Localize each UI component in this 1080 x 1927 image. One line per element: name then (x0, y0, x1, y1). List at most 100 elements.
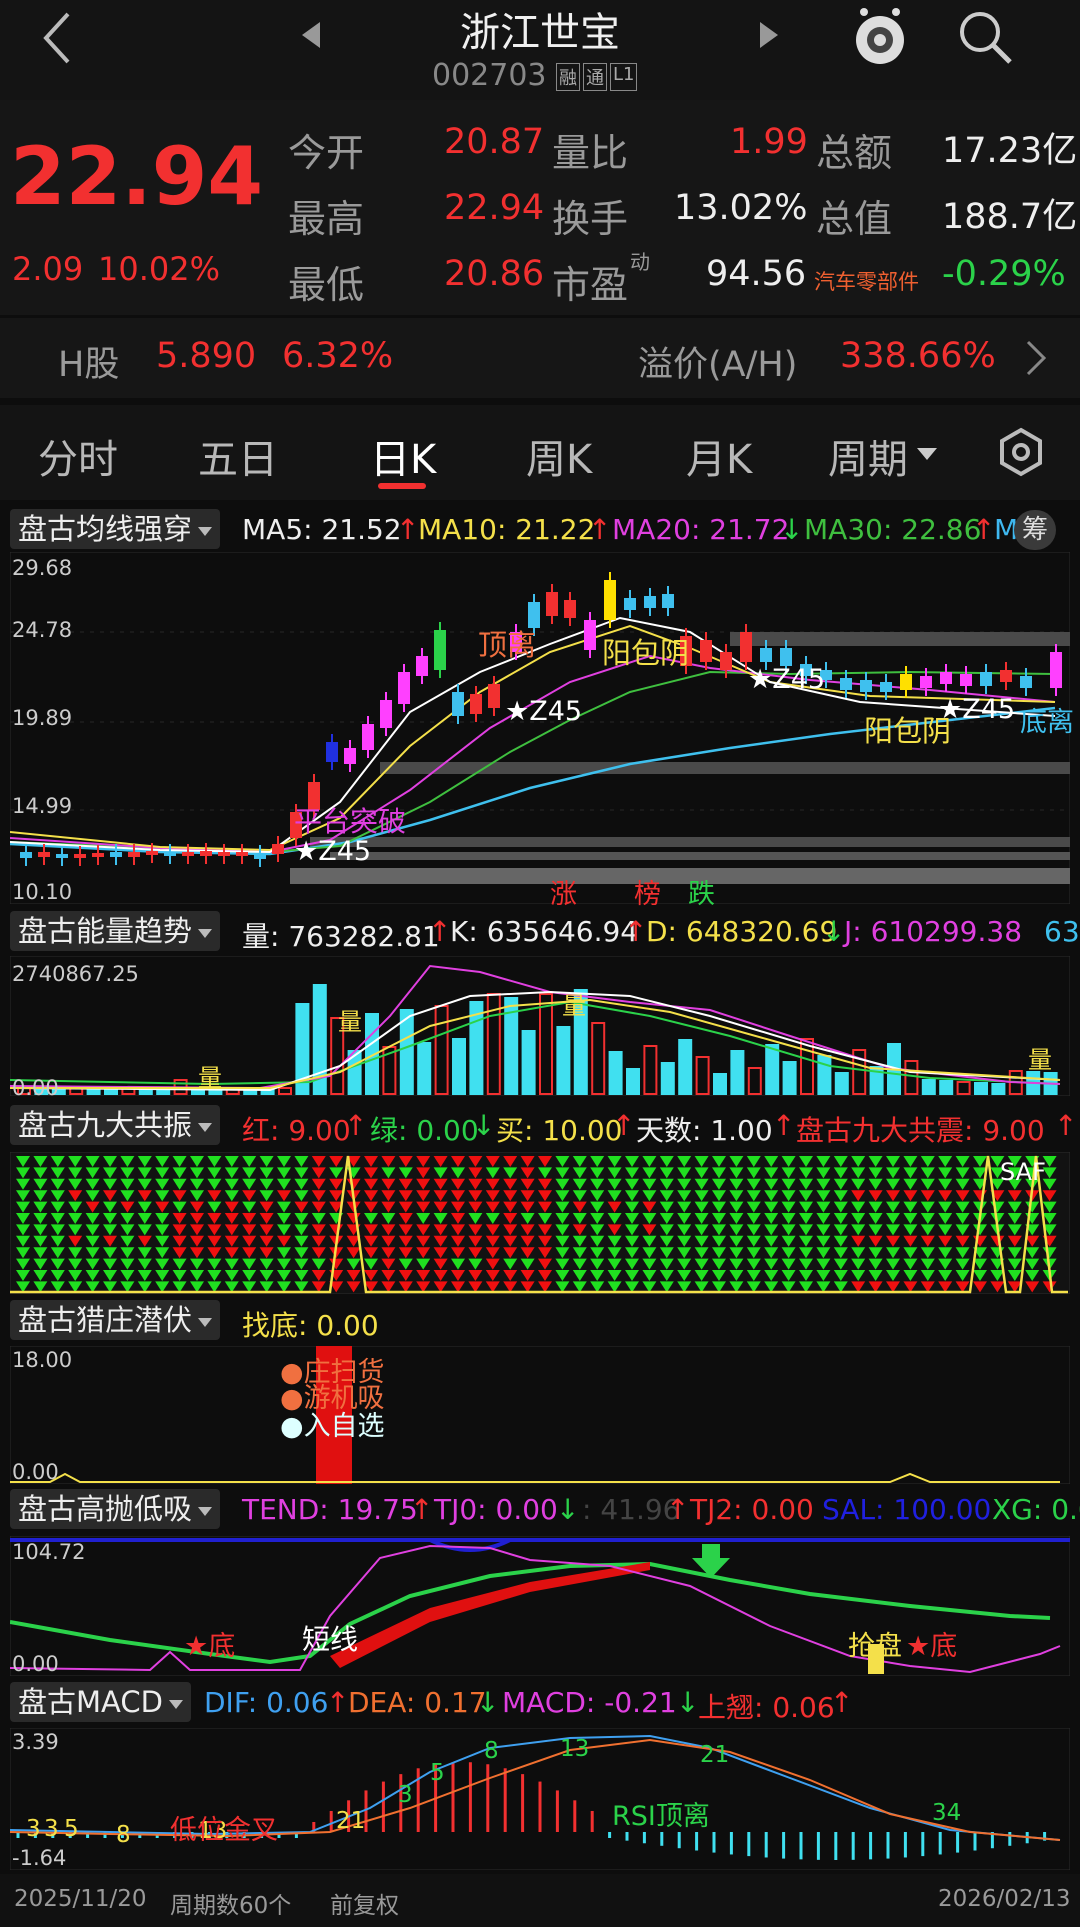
wave-num: 21 (336, 1808, 366, 1834)
days-value: 天数: 1.00 (636, 1114, 773, 1147)
start-date: 2025/11/20 (14, 1886, 147, 1912)
tab-daily-k[interactable]: 日K (370, 427, 436, 485)
tab-intraday[interactable]: 分时 (38, 427, 118, 485)
y-label: 10.10 (12, 880, 73, 904)
k-value: K: 635646.94 (450, 915, 639, 948)
candle-body (840, 678, 852, 690)
up-arrow-icon: ↑ (666, 1493, 690, 1526)
volume-bar (539, 993, 553, 1095)
next-stock-icon[interactable] (756, 20, 782, 50)
sector-link[interactable]: 汽车零部件 (814, 266, 919, 296)
wave-num: 5 (430, 1760, 445, 1786)
upturn-value: 上翘: 0.06 (698, 1691, 835, 1724)
tab-period[interactable]: 周期 (828, 427, 908, 485)
volume-bar (904, 1060, 919, 1095)
wave-num: 3 (398, 1782, 413, 1808)
chip-button[interactable]: 筹 (1014, 510, 1056, 550)
back-icon[interactable] (38, 10, 78, 66)
up-arrow-icon: ↑ (326, 1686, 350, 1719)
candle-body (900, 674, 912, 690)
resonance-panel-header: 盘古九大共振 红: 9.00 ↑ 绿: 0.00 ↓ 买: 10.00 ↑ 天数: 1… (0, 1103, 1080, 1149)
candle-body (604, 580, 616, 620)
pe-label: 市盈 (552, 263, 629, 307)
candle-body (380, 700, 392, 728)
mascot-icon[interactable] (850, 4, 910, 68)
open-label: 今开 (288, 131, 365, 175)
macd-panel-header: 盘古MACD DIF: 0.06 ↑ DEA: 0.17 ↓ MACD: -0.21… (0, 1680, 1080, 1726)
energy-chart[interactable] (10, 956, 1070, 1096)
y-label: 18.00 (12, 1348, 73, 1372)
vol-value: 量: 763282.81 (242, 920, 440, 953)
premium-value: 338.66% (840, 336, 996, 376)
tab-five-day[interactable]: 五日 (198, 427, 278, 485)
candle-body (960, 674, 972, 686)
dropdown-icon[interactable] (916, 447, 938, 461)
up-arrow-icon: ↑ (1054, 1109, 1078, 1142)
ma20-value: MA20: 21.72 (612, 513, 790, 546)
board-label: 榜 (634, 879, 661, 910)
wave-num: 8 (116, 1822, 131, 1848)
volume-bar (678, 1039, 693, 1095)
up-arrow-icon: ↑ (344, 1109, 368, 1142)
footer-bar: 2025/11/20 周期数60个 前复权 2026/02/13 (0, 1874, 1080, 1927)
macd-indicator-select[interactable]: 盘古MACD (10, 1682, 191, 1722)
volume-bar (765, 1044, 780, 1095)
sector-pct: -0.29% (942, 254, 1066, 294)
macd-value: MACD: -0.21 (502, 1686, 677, 1719)
highlow-panel-header: 盘古高抛低吸 TEND: 19.75 ↑ TJ0: 0.00 ↓ : 41.96 ↑ … (0, 1487, 1080, 1533)
candle-body (980, 672, 992, 686)
macd-chart[interactable] (10, 1728, 1070, 1870)
tab-monthly-k[interactable]: 月K (686, 427, 752, 485)
amt-label: 总额 (816, 131, 893, 175)
up-arrow-icon: ↑ (588, 513, 612, 546)
volume-bar (939, 1080, 954, 1095)
candle-body (880, 682, 892, 692)
stock-code: 002703 (432, 58, 547, 93)
chevron-right-icon[interactable] (1024, 338, 1048, 378)
candle-body (700, 640, 712, 662)
candle-body (624, 598, 636, 610)
energy-indicator-select[interactable]: 盘古能量趋势 (10, 911, 221, 951)
xg-value: XG: 0.0 (992, 1493, 1080, 1526)
price-change-pct: 10.02% (98, 250, 221, 288)
tab-weekly-k[interactable]: 周K (526, 427, 592, 485)
resonance-indicator-select[interactable]: 盘古九大共振 (10, 1105, 221, 1145)
volume-bar (434, 1005, 449, 1095)
y-label: -1.64 (12, 1846, 67, 1870)
ma30-value: MA30: 22.86 (804, 513, 982, 546)
h-share-row[interactable]: H股 5.890 6.32% 溢价(A/H) 338.66% (0, 318, 1080, 398)
y-label: 3.39 (12, 1730, 59, 1754)
down-arrow-icon: ↓ (822, 915, 846, 948)
y-label: 0.00 (12, 1652, 59, 1676)
settings-icon[interactable] (996, 427, 1046, 477)
volume-bar (713, 1073, 727, 1095)
candle-body (272, 844, 284, 854)
open-value: 20.87 (444, 122, 545, 162)
wave-num: 8 (484, 1738, 499, 1764)
hunter-note: ●入自选 (280, 1411, 385, 1442)
quote-panel: 22.94 2.09 10.02% 今开 20.87 量比 1.99 总额 17… (0, 100, 1080, 315)
active-tab-indicator (378, 483, 426, 489)
candle-body (584, 620, 596, 650)
premium-label: 溢价(A/H) (638, 345, 798, 385)
volume-bar (956, 1081, 971, 1095)
up-arrow-icon: ↑ (428, 915, 452, 948)
ma-indicator-select[interactable]: 盘古均线强穿 (10, 509, 221, 549)
hunter-indicator-select[interactable]: 盘古猎庄潜伏 (10, 1300, 221, 1340)
highlow-indicator-select[interactable]: 盘古高抛低吸 (10, 1489, 221, 1529)
hunter-chart[interactable] (10, 1346, 1070, 1484)
adjust-mode[interactable]: 前复权 (330, 1886, 399, 1920)
prev-stock-icon[interactable] (298, 20, 324, 50)
hunter-panel-header: 盘古猎庄潜伏 找底: 0.00 (0, 1298, 1080, 1344)
resonance-chart[interactable] (10, 1152, 1070, 1294)
candle-body (344, 748, 356, 764)
candle-body (940, 672, 952, 684)
y-label: 19.89 (12, 706, 73, 730)
down-arrow-icon: ↓ (556, 1493, 580, 1526)
volume-bar (626, 1068, 640, 1095)
candle-body (182, 852, 194, 856)
badges: 融 通 L1 (556, 63, 638, 91)
search-icon[interactable] (956, 8, 1016, 68)
volume-bar (921, 1079, 936, 1095)
candle-body (452, 692, 464, 716)
